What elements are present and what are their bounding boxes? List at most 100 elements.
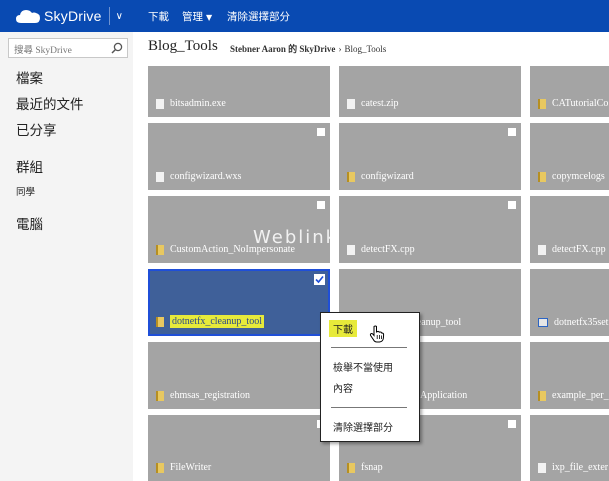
tile-name: FileWriter [170,462,212,473]
clear-selection-command[interactable]: 清除選擇部分 [227,9,290,24]
tile-name: ixp_file_exter [552,462,609,473]
tile-name: catest.zip [361,98,399,109]
tile-label: fsnap [347,462,383,473]
document-icon [538,244,546,255]
folder-icon [347,462,355,473]
checkbox[interactable] [508,128,516,136]
document-icon [538,462,546,473]
folder-icon [156,316,164,327]
nav-shared[interactable]: 已分享 [16,119,57,139]
tile-label: CATutorialCo [538,98,608,109]
search-input[interactable]: 搜尋 SkyDrive [14,42,72,56]
search-icon[interactable] [111,42,123,54]
checkbox[interactable] [317,201,325,209]
folder-icon [347,171,355,182]
manage-command[interactable]: 管理 ▼ [182,9,212,24]
folder-tile[interactable]: FileWriter [148,415,330,481]
tile-label: leanup_tool [414,317,461,328]
tile-name: configwizard [361,171,414,182]
skydrive-brand[interactable]: SkyDrive ∨ [16,7,123,25]
selected-folder-tile[interactable]: dotnetfx_cleanup_tool [148,269,330,336]
nav-files[interactable]: 檔案 [16,67,43,87]
breadcrumb-current: Blog_Tools [344,44,387,54]
tile-label: copymcelogs [538,171,605,182]
file-tile[interactable]: ixp_file_exter [530,415,609,481]
file-tile[interactable]: detectFX.cpp [530,196,609,263]
document-icon [347,244,355,255]
checked-checkbox[interactable] [314,274,325,285]
folder-icon [538,390,546,401]
page-title: Blog_Tools [148,38,218,54]
breadcrumb-owner-link[interactable]: Stebner Aaron 的 SkyDrive [230,44,335,54]
nav-recent-docs[interactable]: 最近的文件 [16,93,84,113]
folder-tile[interactable]: ehmsas_registration [148,342,330,409]
menu-item-download[interactable]: 下載 [329,320,357,337]
search-box[interactable]: 搜尋 SkyDrive [8,38,128,58]
tile-label: example_per_ [538,390,609,401]
breadcrumb: Stebner Aaron 的 SkyDrive › Blog_Tools [230,42,386,55]
tile-name: fsnap [361,462,383,473]
tile-label: ehmsas_registration [156,390,250,401]
folder-icon [538,171,546,182]
document-icon [156,98,164,109]
nav-groups[interactable]: 群組 [16,156,43,176]
watermark: Weblink [253,227,339,248]
nav-group-item[interactable]: 同學 [16,184,35,198]
file-tile[interactable]: dotnetfx35set [530,269,609,336]
folder-icon [156,390,164,401]
checkbox[interactable] [508,420,516,428]
folder-icon [156,462,164,473]
tile-label: Application [420,390,467,401]
document-icon [347,98,355,109]
menu-item-clear-selection[interactable]: 清除選擇部分 [333,419,393,434]
tile-label: configwizard [347,171,414,182]
brand-name: SkyDrive [44,8,102,24]
tile-name: detectFX.cpp [552,244,606,255]
file-tile[interactable]: configwizard.wxs [148,123,330,190]
folder-tile[interactable]: example_per_ [530,342,609,409]
breadcrumb-separator-icon: › [338,44,342,54]
checkbox[interactable] [317,128,325,136]
tile-name: detectFX.cpp [361,244,415,255]
tile-label: catest.zip [347,98,398,109]
folder-icon [538,98,546,109]
tile-label: detectFX.cpp [347,244,415,255]
tile-name: CATutorialCo [552,98,609,109]
tile-name: copymcelogs [552,171,605,182]
brand-divider [108,7,110,25]
document-icon [156,171,164,182]
folder-tile[interactable]: configwizard [339,123,521,190]
tile-name: dotnetfx35set [554,317,609,328]
tile-label: detectFX.cpp [538,244,606,255]
tile-label: configwizard.wxs [156,171,241,182]
checkbox[interactable] [508,201,516,209]
nav-pcs[interactable]: 電腦 [16,213,43,233]
tile-name: example_per_ [552,390,609,401]
tile-label: dotnetfx_cleanup_tool [156,315,264,328]
tile-label: dotnetfx35set [538,317,608,328]
download-command[interactable]: 下載 [148,9,169,24]
file-tile[interactable]: catest.zip [339,66,521,117]
folder-tile[interactable]: CATutorialCo [530,66,609,117]
manage-label: 管理 [182,11,203,23]
tile-label: ixp_file_exter [538,462,608,473]
folder-icon [156,244,164,255]
tile-name: bitsadmin.exe [170,98,226,109]
menu-divider [331,407,407,408]
tile-name: ehmsas_registration [170,390,250,401]
tile-name: configwizard.wxs [170,171,242,182]
menu-item-properties[interactable]: 內容 [333,380,353,395]
tile-label: bitsadmin.exe [156,98,226,109]
tile-name: dotnetfx_cleanup_tool [170,315,264,328]
tile-name: leanup_tool [414,317,462,328]
folder-tile[interactable]: copymcelogs [530,123,609,190]
menu-divider [331,347,407,348]
tile-name: Application [420,390,468,401]
top-bar: SkyDrive ∨ 下載 管理 ▼ 清除選擇部分 [0,0,609,32]
caret-down-icon: ▼ [206,13,213,22]
chevron-down-icon[interactable]: ∨ [116,11,123,22]
file-tile[interactable]: bitsadmin.exe [148,66,330,117]
image-file-icon [538,318,548,327]
menu-item-report-abuse[interactable]: 檢舉不當使用 [333,359,393,374]
file-tile[interactable]: detectFX.cpp [339,196,521,263]
